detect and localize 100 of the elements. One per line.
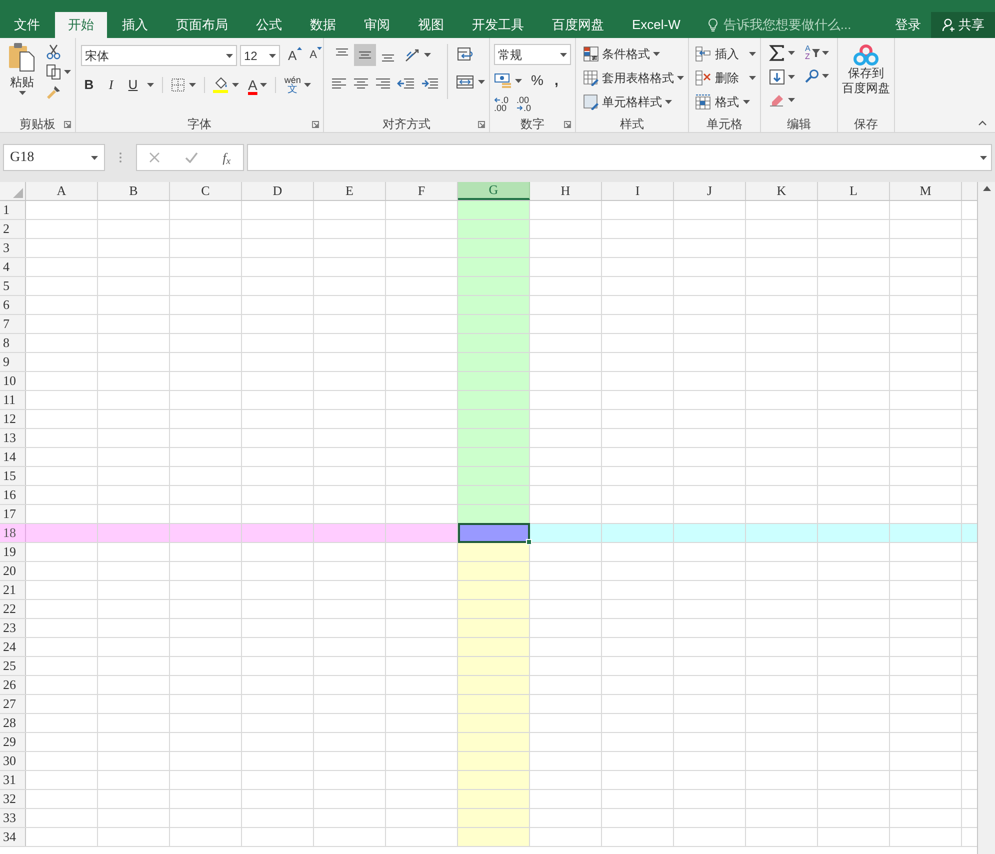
select-all-icon[interactable] xyxy=(13,188,23,198)
highlighted-cell[interactable] xyxy=(458,505,530,523)
row-header[interactable]: 34 xyxy=(0,828,26,846)
row-header[interactable]: 18 xyxy=(0,524,26,542)
align-middle-button[interactable] xyxy=(354,44,376,66)
dialog-launcher-icon[interactable] xyxy=(312,121,320,128)
insert-function-button[interactable]: f$_{x}$ xyxy=(222,148,231,168)
autosum-button[interactable] xyxy=(769,45,796,61)
highlighted-cell[interactable] xyxy=(602,524,674,542)
highlighted-cell[interactable] xyxy=(458,353,530,371)
ribbon-tab[interactable]: 百度网盘 xyxy=(539,12,617,38)
ribbon-tab[interactable]: 数据 xyxy=(297,12,349,38)
underline-button[interactable]: U xyxy=(125,75,141,94)
name-box[interactable]: G18 xyxy=(3,144,105,171)
ribbon-tab[interactable]: 审阅 xyxy=(351,12,403,38)
row-header[interactable]: 30 xyxy=(0,752,26,770)
collapse-ribbon-icon[interactable] xyxy=(978,120,987,126)
highlighted-cell[interactable] xyxy=(458,448,530,466)
ribbon-tab[interactable]: 开发工具 xyxy=(459,12,537,38)
row-header[interactable]: 15 xyxy=(0,467,26,485)
highlighted-cell[interactable] xyxy=(458,638,530,656)
row-header[interactable]: 28 xyxy=(0,714,26,732)
dialog-launcher-icon[interactable] xyxy=(478,121,486,128)
ribbon-tab[interactable]: Excel-W xyxy=(619,12,694,38)
dialog-launcher-icon[interactable] xyxy=(564,121,572,128)
style-menu-button[interactable]: 条件格式 xyxy=(583,44,684,63)
highlighted-cell[interactable] xyxy=(458,790,530,808)
highlighted-cell[interactable] xyxy=(530,524,602,542)
sign-in-link[interactable]: 登录 xyxy=(885,12,931,38)
row-header[interactable]: 26 xyxy=(0,676,26,694)
row-header[interactable]: 23 xyxy=(0,619,26,637)
row-header[interactable]: 29 xyxy=(0,733,26,751)
highlighted-cell[interactable] xyxy=(458,410,530,428)
row-header[interactable]: 1 xyxy=(0,201,26,219)
decrease-font-size-button[interactable]: A xyxy=(308,47,320,64)
ribbon-tab[interactable]: 页面布局 xyxy=(163,12,241,38)
style-menu-button[interactable]: 单元格样式 xyxy=(583,92,684,111)
highlighted-cell[interactable] xyxy=(458,467,530,485)
highlighted-cell[interactable] xyxy=(818,524,890,542)
ribbon-tab[interactable]: 文件 xyxy=(1,12,53,38)
highlighted-cell[interactable] xyxy=(458,619,530,637)
font-name-dropdown[interactable]: 宋体 xyxy=(81,45,237,66)
cells-menu-button[interactable]: 格式 xyxy=(695,92,756,111)
column-header[interactable]: J xyxy=(674,182,746,200)
style-menu-button[interactable]: 套用表格格式 xyxy=(583,68,684,87)
accounting-format-button[interactable] xyxy=(494,72,522,88)
highlighted-cell[interactable] xyxy=(674,524,746,542)
decrease-decimal-button[interactable]: .00 .0 xyxy=(516,96,532,112)
highlighted-cell[interactable] xyxy=(386,524,458,542)
find-select-button[interactable] xyxy=(805,69,830,83)
row-header[interactable]: 13 xyxy=(0,429,26,447)
ribbon-tab[interactable]: 视图 xyxy=(405,12,457,38)
highlighted-cell[interactable] xyxy=(458,296,530,314)
highlighted-cell[interactable] xyxy=(458,828,530,846)
row-header[interactable]: 19 xyxy=(0,543,26,561)
column-header[interactable]: M xyxy=(890,182,962,200)
row-header[interactable]: 12 xyxy=(0,410,26,428)
highlighted-cell[interactable] xyxy=(458,220,530,238)
row-header[interactable]: 17 xyxy=(0,505,26,523)
highlighted-cell[interactable] xyxy=(98,524,170,542)
ribbon-tab[interactable]: 插入 xyxy=(109,12,161,38)
highlighted-cell[interactable] xyxy=(458,752,530,770)
column-header[interactable]: G xyxy=(458,182,530,200)
highlighted-cell[interactable] xyxy=(458,771,530,789)
row-header[interactable]: 21 xyxy=(0,581,26,599)
fill-color-button[interactable] xyxy=(213,76,239,94)
highlighted-cell[interactable] xyxy=(458,562,530,580)
fill-button[interactable] xyxy=(769,69,796,85)
highlighted-cell[interactable] xyxy=(242,524,314,542)
row-header[interactable]: 4 xyxy=(0,258,26,276)
cells-menu-button[interactable]: 删除 xyxy=(695,68,756,87)
borders-button[interactable] xyxy=(171,78,196,92)
row-header[interactable]: 25 xyxy=(0,657,26,675)
italic-button[interactable]: I xyxy=(103,75,119,94)
vertical-scrollbar[interactable] xyxy=(977,182,995,854)
share-button[interactable]: 共享 xyxy=(931,12,995,38)
cells-menu-button[interactable]: 插入 xyxy=(695,44,756,63)
column-header[interactable]: I xyxy=(602,182,674,200)
column-header[interactable]: B xyxy=(98,182,170,200)
column-header[interactable]: K xyxy=(746,182,818,200)
highlighted-cell[interactable] xyxy=(314,524,386,542)
active-cell[interactable] xyxy=(458,523,530,543)
paste-button[interactable]: 粘贴 xyxy=(4,42,40,115)
column-header[interactable]: H xyxy=(530,182,602,200)
scroll-up-icon[interactable] xyxy=(982,186,990,191)
highlighted-cell[interactable] xyxy=(458,657,530,675)
number-format-dropdown[interactable]: 常规 xyxy=(494,44,572,65)
highlighted-cell[interactable] xyxy=(458,695,530,713)
highlighted-cell[interactable] xyxy=(890,524,962,542)
percent-button[interactable]: % xyxy=(531,70,544,91)
format-painter-icon[interactable] xyxy=(46,84,62,100)
highlighted-cell[interactable] xyxy=(458,315,530,333)
sort-filter-button[interactable]: A Z xyxy=(805,45,830,61)
ribbon-tab[interactable]: 公式 xyxy=(243,12,295,38)
copy-button[interactable] xyxy=(46,64,71,80)
dialog-launcher-icon[interactable] xyxy=(64,121,71,128)
scissors-icon[interactable] xyxy=(46,44,62,60)
row-header[interactable]: 6 xyxy=(0,296,26,314)
row-header[interactable]: 24 xyxy=(0,638,26,656)
phonetic-guide-button[interactable]: wén 文 xyxy=(284,76,311,94)
